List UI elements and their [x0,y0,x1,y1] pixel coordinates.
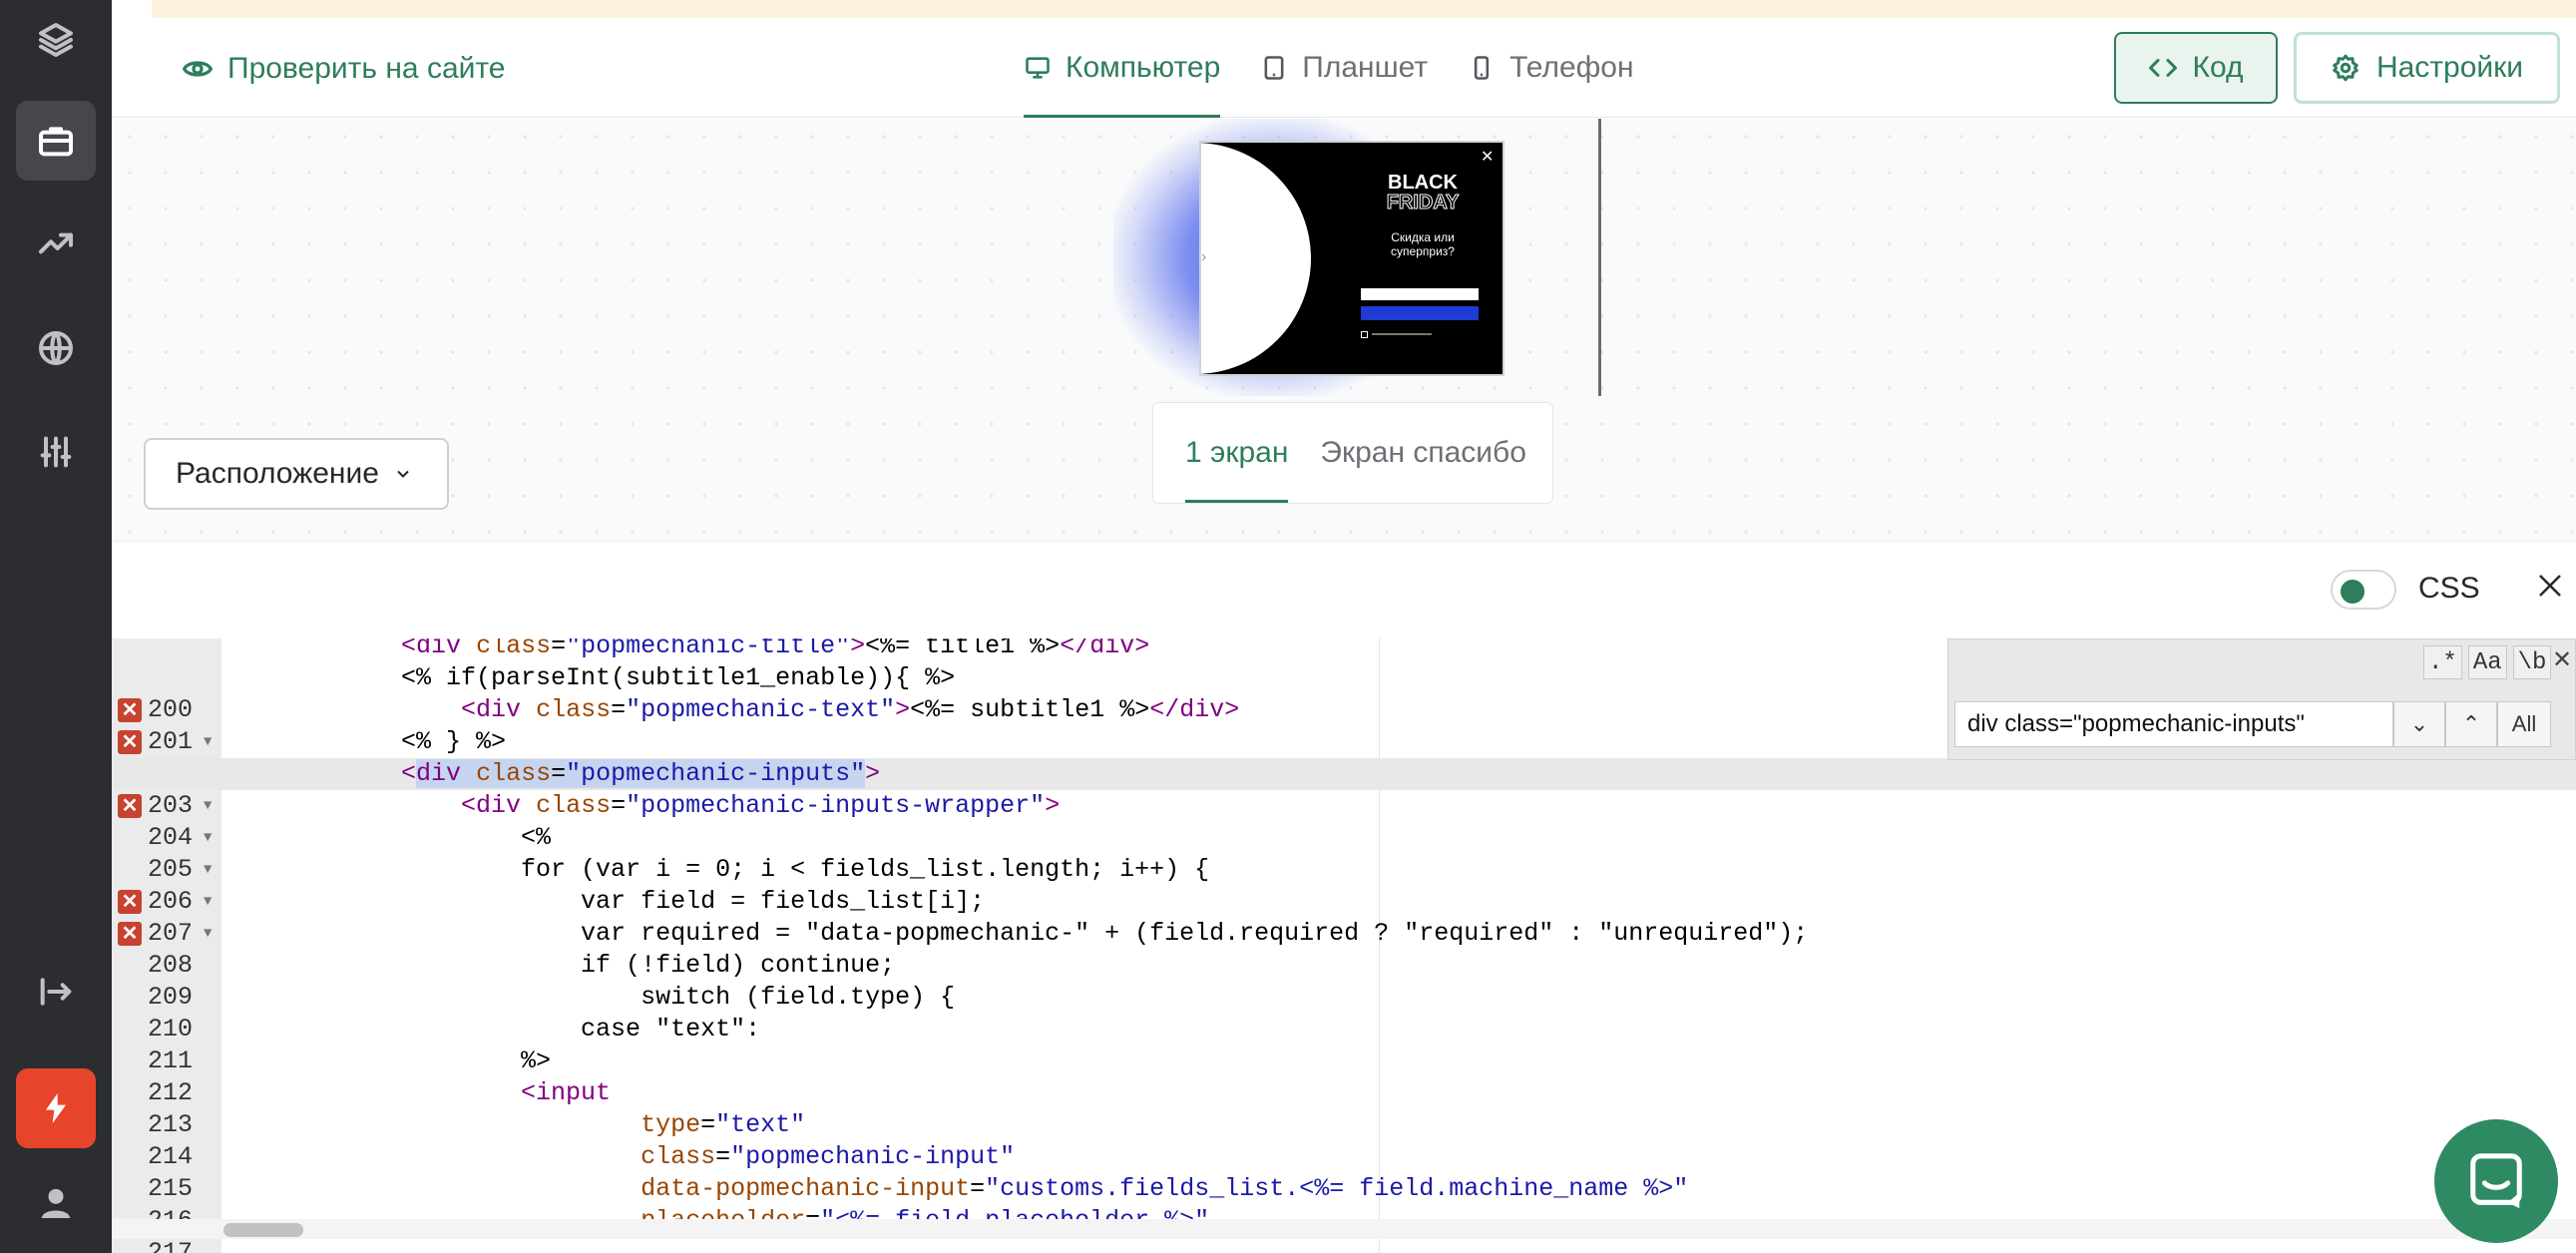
regex-toggle[interactable]: .* [2423,645,2462,679]
tab-desktop[interactable]: Компьютер [1024,18,1221,118]
popup-preview[interactable]: › ✕ BLACK FRIDAY Скидка или суперприз? [1199,141,1504,376]
editor-toolbar: Проверить на сайте Компьютер Планшет Тел… [112,18,2576,118]
popup-title-line2: FRIDAY [1386,192,1460,213]
logout-icon [40,978,72,1006]
code-line: 208 var field = fields_list[i]; [148,887,986,980]
preview-canvas: › ✕ BLACK FRIDAY Скидка или суперприз? 1… [112,119,2576,541]
close-icon [2539,575,2561,597]
code-line: 209 var required = "data-popmechanic-" +… [148,919,1809,1012]
chevron-down-icon [397,470,409,478]
monitor-icon [1026,57,1050,79]
globe-icon [39,331,73,365]
tab-phone[interactable]: Телефон [1468,18,1634,118]
layout-dropdown[interactable]: Расположение [144,438,449,510]
code-line: 217 data-popmechanic-input="customs.fiel… [148,1174,1689,1253]
sidebar-item-layers[interactable] [16,0,96,80]
tab-desktop-label: Компьютер [1066,51,1221,84]
popup-email-field [1361,288,1479,300]
code-panel-header: CSS [112,541,2576,638]
code-line: 205 ▼ <div class="popmechanic-inputs-wrap… [148,791,1061,884]
search-close-icon[interactable]: ✕ [2552,645,2572,674]
code-line: ✕ 206 ▼ <% [112,822,2576,916]
sidebar-item-logout[interactable] [16,952,96,1032]
popup-title-line1: BLACK [1388,172,1458,194]
find-previous-button[interactable]: ⌃ [2445,701,2497,747]
css-toggle[interactable] [2331,570,2396,610]
search-options: .* Aa \b [2423,645,2552,679]
popup-consent-checkbox [1361,330,1479,338]
settings-button[interactable]: Настройки [2294,32,2560,104]
screen-tabs: 1 экран Экран спасибо [1152,402,1553,504]
code-line: 214 <input [148,1078,612,1171]
wheel-pointer-icon: › [1201,248,1207,265]
code-line: 213 %> [148,1046,552,1139]
layout-dropdown-label: Расположение [176,457,379,490]
briefcase-icon [39,127,73,157]
case-sensitive-toggle[interactable]: Aa [2467,645,2507,679]
code-line: ✕ 207 ▼ for (var i = 0; i < fields_list.le… [112,854,2576,948]
popup-close-icon: ✕ [1481,149,1495,166]
find-all-button[interactable]: All [2497,701,2551,747]
notice-banner-strip [152,0,2576,18]
code-line: 212 case "text": [148,1015,761,1107]
tab-tablet[interactable]: Планшет [1260,18,1428,118]
sliders-icon [40,436,72,468]
user-icon [41,1188,71,1218]
chat-icon [2470,1153,2522,1209]
wheel-graphic [1201,143,1311,374]
check-on-site-label: Проверить на сайте [227,52,506,85]
phone-icon [1474,56,1490,80]
sidebar-item-upgrade[interactable] [16,1068,96,1148]
tab-screen-1[interactable]: 1 экран [1185,403,1289,503]
sidebar-item-projects[interactable] [16,101,96,181]
viewport-edge [1598,119,1601,396]
bolt-icon [46,1093,66,1123]
code-line: 211 switch (field.type) { [148,983,956,1075]
tab-thanks-screen[interactable]: Экран спасибо [1320,403,1526,503]
tablet-icon [1264,56,1284,80]
code-line: 210 if (!field) continue; [148,951,896,1044]
sidebar-item-profile[interactable] [16,1163,96,1243]
horizontal-scrollbar[interactable] [112,1219,2576,1239]
tab-phone-label: Телефон [1509,51,1634,84]
trending-up-icon [39,232,73,254]
css-toggle-label: CSS [2418,572,2480,605]
close-code-panel-button[interactable] [2530,566,2570,606]
code-line-active: 204 ▼ <div class="popmechanic-inputs"> [112,758,2576,852]
gear-icon [2333,54,2359,82]
chevron-up-icon: ⌃ [2461,711,2481,736]
find-next-button[interactable]: ⌄ [2393,701,2445,747]
tab-tablet-label: Планшет [1302,51,1429,84]
popup-subtitle: Скидка или суперприз? [1391,230,1455,258]
search-input[interactable]: div class="popmechanic-inputs" [1954,701,2393,747]
support-chat-button[interactable] [2434,1119,2558,1243]
toggle-knob [2341,580,2364,604]
code-button[interactable]: Код [2114,32,2278,104]
device-tabs: Компьютер Планшет Телефон [1024,18,1634,118]
sidebar [0,0,112,1253]
chevron-down-icon: ⌄ [2409,711,2429,736]
popup-spin-button [1361,306,1479,320]
code-line: 216 class="popmechanic-input" [148,1142,1016,1235]
eye-icon [182,61,214,77]
sidebar-item-sites[interactable] [16,308,96,388]
whole-word-toggle[interactable]: \b [2512,645,2552,679]
settings-button-label: Настройки [2375,51,2524,84]
layers-icon [39,23,73,57]
find-panel: .* Aa \b ✕ div class="popmechanic-inputs… [1947,638,2576,760]
code-line: 215 type="text" [148,1110,806,1203]
sidebar-item-analytics[interactable] [16,204,96,283]
check-on-site-link[interactable]: Проверить на сайте [182,52,505,86]
popup-title: BLACK FRIDAY [1375,172,1471,213]
scrollbar-thumb[interactable] [223,1223,303,1237]
code-button-label: Код [2192,51,2244,84]
sidebar-item-settings[interactable] [16,412,96,492]
code-brackets-icon [2149,59,2178,77]
